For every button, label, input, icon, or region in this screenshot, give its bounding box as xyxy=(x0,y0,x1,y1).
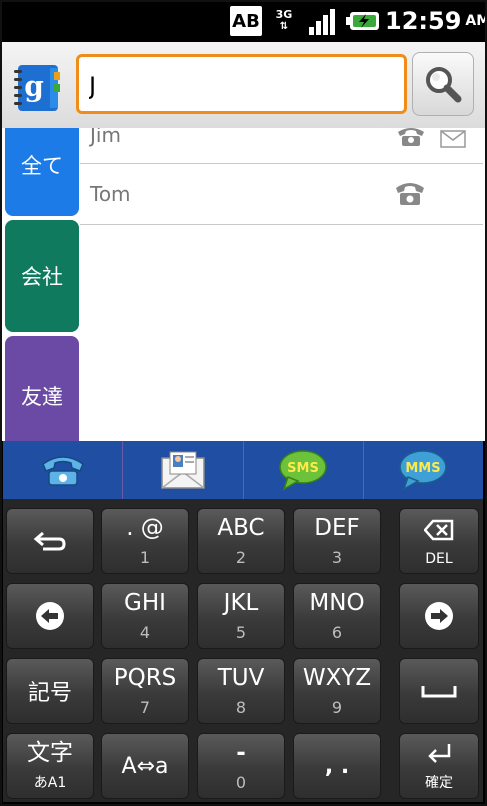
contact-name: Jim xyxy=(90,128,121,147)
phone-icon[interactable] xyxy=(394,180,426,210)
key-punctuation[interactable]: , . xyxy=(293,733,381,799)
svg-text:g: g xyxy=(24,70,44,103)
key-sub-label: 1 xyxy=(139,548,151,567)
phone-icon[interactable] xyxy=(396,128,426,150)
contact-row[interactable]: Tom xyxy=(80,164,483,225)
sms-label: SMS xyxy=(287,461,319,476)
key-sub-label: 2 xyxy=(235,548,247,567)
search-button[interactable] xyxy=(412,52,474,116)
contact-name: Tom xyxy=(90,182,131,206)
key-main-label: 文字 xyxy=(27,740,73,766)
key-0[interactable]: - 0 xyxy=(197,733,285,799)
input-mode-indicator: AB xyxy=(230,6,262,36)
key-5[interactable]: JKL 5 xyxy=(197,583,285,649)
key-sub-label: 6 xyxy=(331,623,343,642)
mms-label: MMS xyxy=(406,461,441,476)
key-sub-label: 9 xyxy=(331,698,343,717)
contact-list-area: 全て 会社 友達 Jim Tom xyxy=(0,128,487,441)
key-main-label: DEF xyxy=(314,515,360,541)
search-icon xyxy=(426,67,462,103)
key-symbols[interactable]: 記号 xyxy=(6,658,94,724)
key-6[interactable]: MNO 6 xyxy=(293,583,381,649)
key-1[interactable]: . @ 1 xyxy=(101,508,189,574)
tab-company[interactable]: 会社 xyxy=(5,220,79,332)
key-sub-label: 5 xyxy=(235,623,247,642)
key-main-label: JKL xyxy=(223,590,259,616)
undo-arrow-icon xyxy=(33,531,66,551)
signal-strength-icon xyxy=(306,6,340,36)
action-bar: SMS MMS xyxy=(3,441,483,499)
key-cursor-left[interactable] xyxy=(6,583,94,649)
battery-charging-icon xyxy=(345,6,381,36)
tab-company-label: 会社 xyxy=(21,265,63,289)
key-main-label: MNO xyxy=(309,590,365,616)
key-9[interactable]: WXYZ 9 xyxy=(293,658,381,724)
key-cursor-right[interactable] xyxy=(399,583,479,649)
email-button[interactable] xyxy=(122,441,242,499)
status-bar: AB 3G ⇅ 12:59 AM xyxy=(0,0,487,42)
tab-all[interactable]: 全て xyxy=(5,128,79,216)
key-punctuation-label: , . xyxy=(324,753,350,779)
key-input-mode[interactable]: 文字 あA1 xyxy=(6,733,94,799)
key-3[interactable]: DEF 3 xyxy=(293,508,381,574)
arrow-right-icon xyxy=(425,602,453,630)
key-sub-label: 3 xyxy=(331,548,343,567)
network-3g-icon: 3G ⇅ xyxy=(275,8,293,33)
key-main-label: PQRS xyxy=(113,665,177,691)
mms-bubble-icon: MMS xyxy=(399,450,448,491)
keyboard: . @ 1 ABC 2 DEF 3 DEL GHI 4 JKL 5 MNO 6 … xyxy=(3,499,483,802)
mail-icon[interactable] xyxy=(440,130,466,152)
key-main-label: TUV xyxy=(217,665,265,691)
sms-button[interactable]: SMS xyxy=(242,441,363,499)
key-sub-label: あA1 xyxy=(33,775,67,791)
key-sub-label: 8 xyxy=(235,698,247,717)
key-sub-label: 4 xyxy=(139,623,151,642)
key-main-label: GHI xyxy=(124,590,166,616)
tab-friends-label: 友達 xyxy=(21,385,63,409)
phone-icon xyxy=(41,456,84,486)
tab-all-label: 全て xyxy=(21,154,63,178)
enter-icon xyxy=(428,744,451,763)
backspace-icon xyxy=(424,519,454,541)
key-sub-label: 7 xyxy=(139,698,151,717)
sms-bubble-icon: SMS xyxy=(279,450,327,491)
search-field[interactable] xyxy=(76,54,407,114)
key-main-label: - xyxy=(236,740,246,766)
key-4[interactable]: GHI 4 xyxy=(101,583,189,649)
mms-button[interactable]: MMS xyxy=(362,441,483,499)
clock-time: 12:59 xyxy=(385,7,462,35)
key-main-label: ABC xyxy=(217,515,265,541)
key-7[interactable]: PQRS 7 xyxy=(101,658,189,724)
search-bar: g xyxy=(0,42,487,128)
key-symbols-label: 記号 xyxy=(27,681,72,706)
key-main-label: WXYZ xyxy=(302,665,372,691)
app-logo-icon[interactable]: g xyxy=(10,62,62,114)
clock: 12:59 AM xyxy=(385,6,487,36)
contact-row[interactable]: Jim xyxy=(80,128,483,164)
search-input[interactable] xyxy=(87,63,391,109)
clock-ampm: AM xyxy=(465,13,487,29)
key-sub-label: 0 xyxy=(235,773,247,792)
arrow-left-icon xyxy=(36,602,64,630)
tab-friends[interactable]: 友達 xyxy=(5,336,79,441)
key-case-label: A⇔a xyxy=(121,753,169,779)
space-icon xyxy=(421,686,457,698)
key-case-toggle[interactable]: A⇔a xyxy=(101,733,189,799)
email-contact-icon xyxy=(161,451,205,489)
key-undo[interactable] xyxy=(6,508,94,574)
key-space[interactable] xyxy=(399,658,479,724)
key-main-label: . @ xyxy=(126,515,164,541)
key-2[interactable]: ABC 2 xyxy=(197,508,285,574)
key-enter-label: 確定 xyxy=(425,775,453,791)
network-label: 3G xyxy=(275,8,293,21)
call-button[interactable] xyxy=(3,441,122,499)
key-delete[interactable]: DEL xyxy=(399,508,479,574)
key-delete-label: DEL xyxy=(425,551,453,567)
key-8[interactable]: TUV 8 xyxy=(197,658,285,724)
key-enter[interactable]: 確定 xyxy=(399,733,479,799)
